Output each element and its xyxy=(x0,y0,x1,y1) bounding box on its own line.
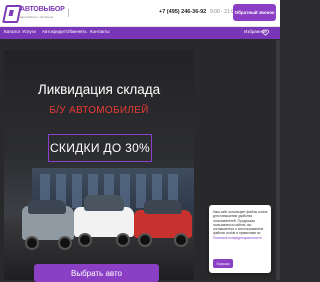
choose-car-button[interactable]: Выбрать авто xyxy=(34,264,159,282)
car-image-red xyxy=(134,200,192,250)
logo-subtitle: автомобили с пробегом xyxy=(20,15,53,19)
phone-link[interactable]: +7 (495) 246-36-92 xyxy=(159,9,206,15)
discount-box: СКИДКИ ДО 30% xyxy=(48,134,152,162)
cookie-popup: Наш сайт использует файлы cookie для пов… xyxy=(209,205,271,273)
header-divider xyxy=(68,9,69,17)
hero-banner: Ликвидация склада Б/У АВТОМОБИЛЕЙ СКИДКИ… xyxy=(4,50,194,280)
nav-item-services[interactable]: Услуги xyxy=(22,29,36,34)
main-nav: Каталог Услуги Автокредит Обменять Конта… xyxy=(0,27,280,39)
car-image-camry xyxy=(74,195,134,250)
site-logo[interactable]: АВТОВЫБОР автомобили с пробегом xyxy=(2,3,66,23)
top-header: АВТОВЫБОР автомобили с пробегом +7 (495)… xyxy=(0,0,280,27)
privacy-policy-link[interactable]: Политике конфиденциальности xyxy=(213,236,262,240)
callback-button[interactable]: Обратный звонок xyxy=(233,4,276,21)
nav-item-catalog[interactable]: Каталог xyxy=(4,29,20,34)
hero-subtitle: Б/У АВТОМОБИЛЕЙ xyxy=(49,105,149,116)
page-scrollbar[interactable] xyxy=(276,40,280,280)
hero-title: Ликвидация склада xyxy=(37,82,161,97)
nav-item-exchange[interactable]: Обменять xyxy=(66,29,87,34)
cookie-text: Наш сайт использует файлы cookie для пов… xyxy=(213,210,268,236)
logo-title: АВТОВЫБОР xyxy=(20,6,65,13)
nav-item-autocredit[interactable]: Автокредит xyxy=(42,29,66,34)
cookie-accept-button[interactable]: Хорошо xyxy=(213,259,233,268)
logo-icon xyxy=(2,5,22,23)
nav-item-contacts[interactable]: Контакты xyxy=(90,29,109,34)
heart-icon[interactable] xyxy=(262,29,269,36)
cookie-text-block: Наш сайт использует файлы cookie для пов… xyxy=(213,210,268,240)
car-image-niva xyxy=(22,200,74,250)
discount-text: СКИДКИ ДО 30% xyxy=(49,141,151,155)
